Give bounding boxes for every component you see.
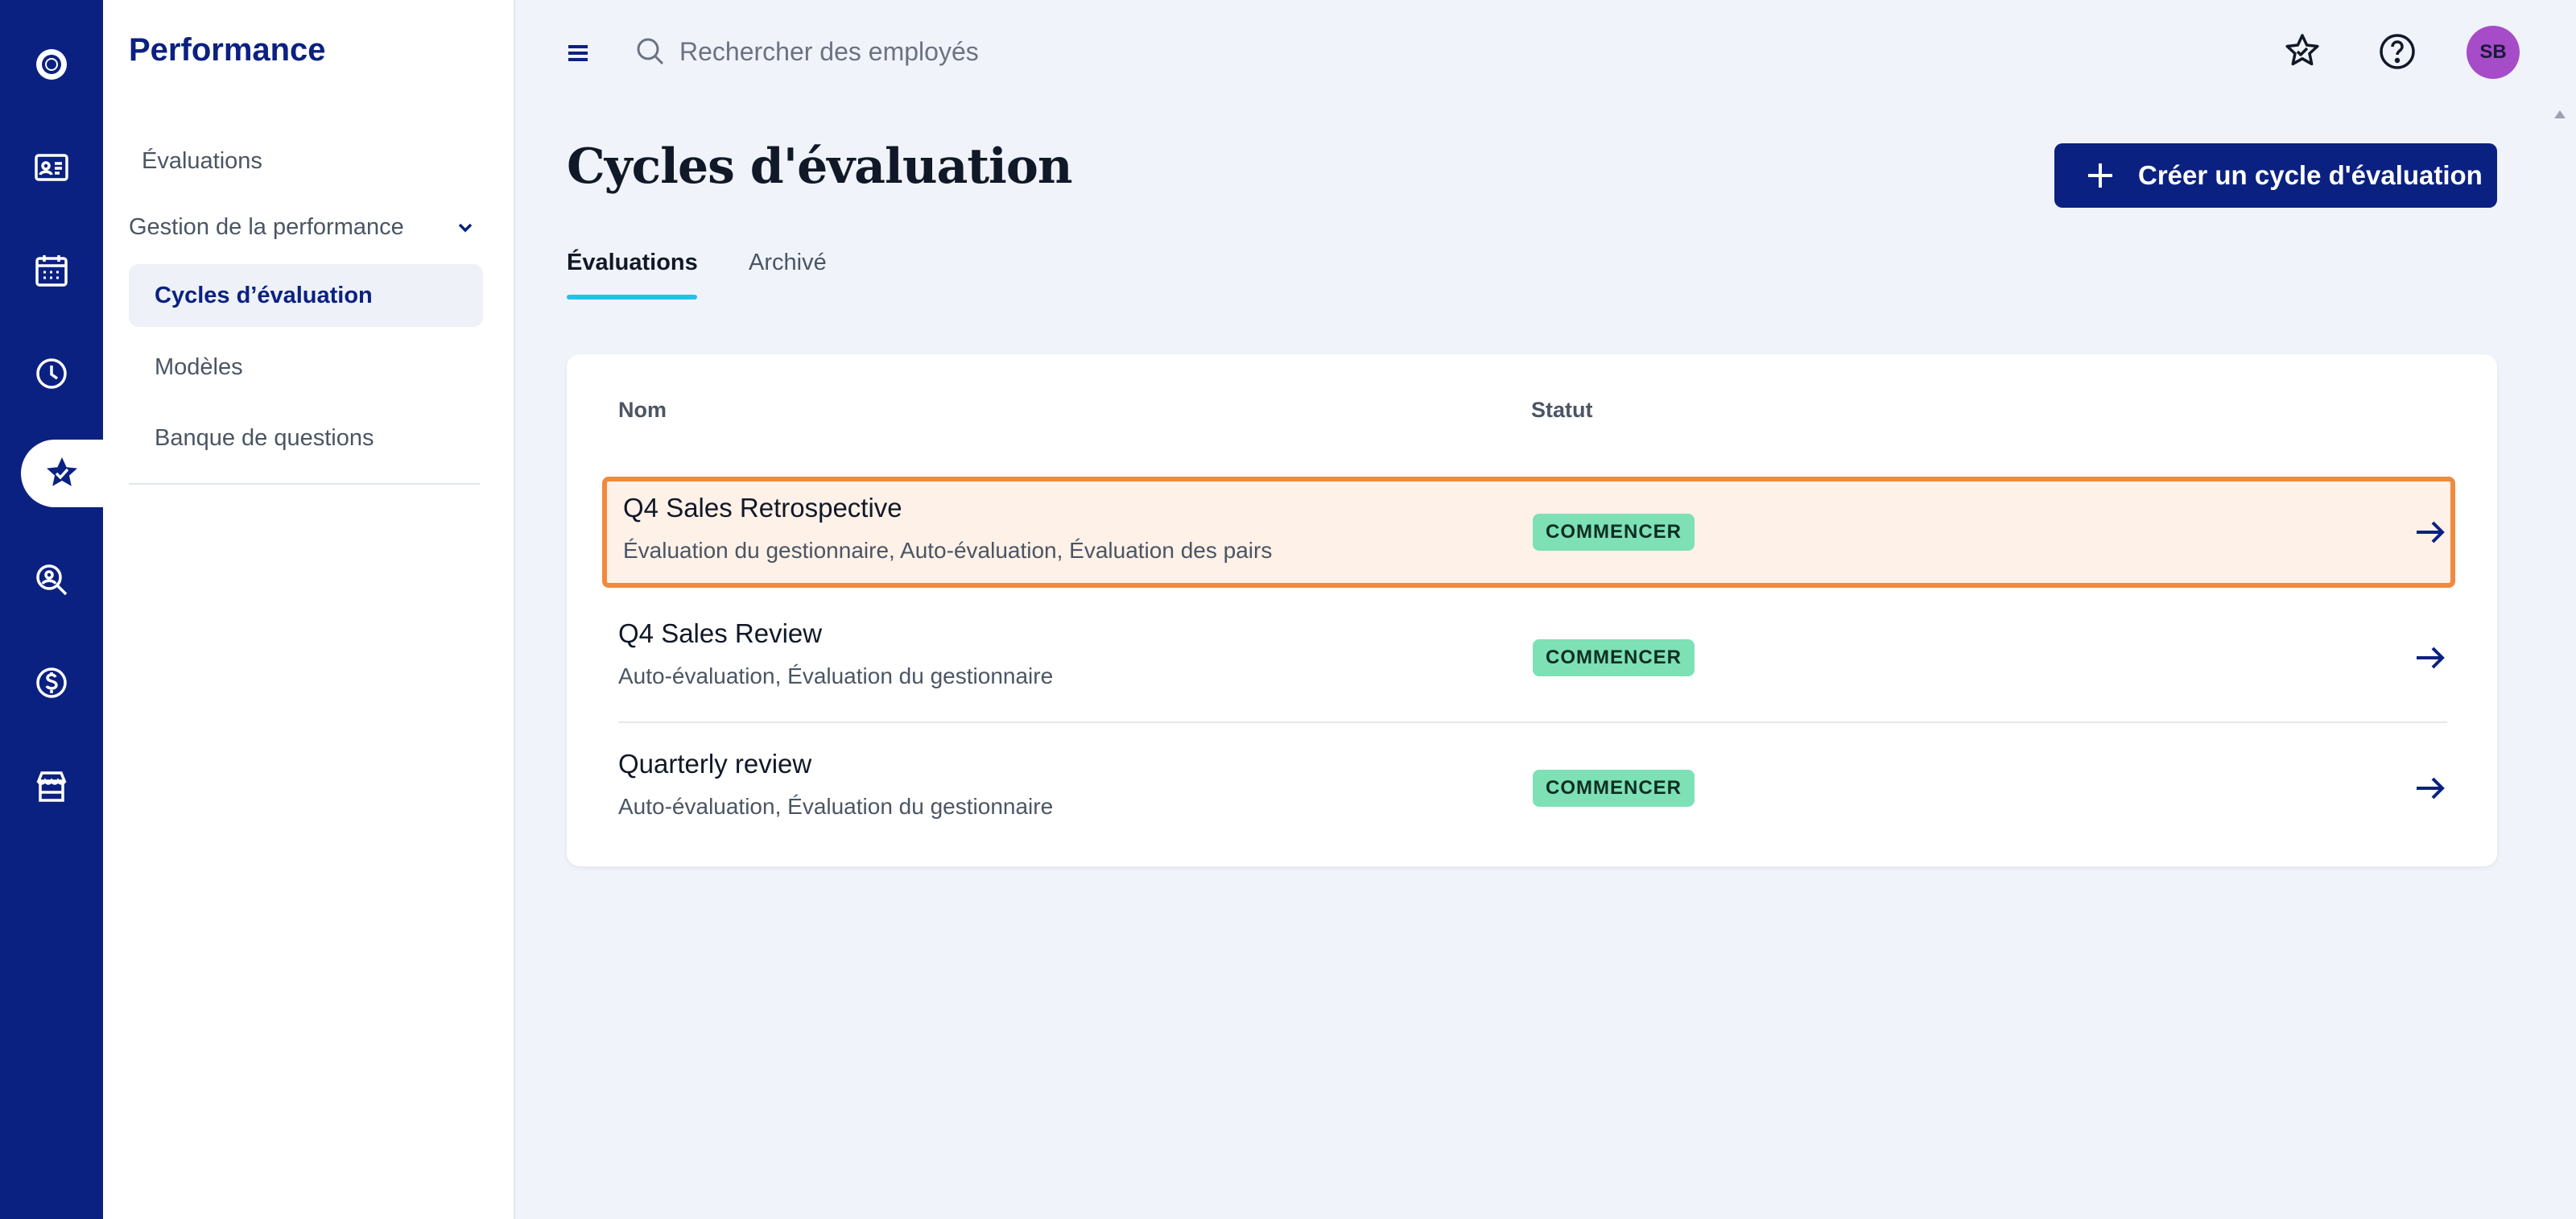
create-review-cycle-button[interactable]: Créer un cycle d'évaluation	[2054, 143, 2497, 208]
tab-evaluations[interactable]: Évaluations	[567, 250, 698, 276]
tab-archived[interactable]: Archivé	[749, 250, 827, 276]
help-icon	[2380, 34, 2415, 69]
chevron-down-icon	[458, 223, 473, 232]
sidebar-group-label: Gestion de la performance	[129, 214, 404, 240]
sidebar-item-evaluations[interactable]: Évaluations	[142, 148, 262, 175]
row-divider	[618, 721, 2447, 723]
clock-icon[interactable]	[0, 333, 103, 414]
sidebar-item-question-bank[interactable]: Banque de questions	[155, 425, 374, 452]
avatar[interactable]: SB	[2467, 26, 2520, 79]
cycle-review-types: Évaluation du gestionnaire, Auto-évaluat…	[623, 538, 1273, 563]
sidebar-title: Performance	[129, 32, 326, 68]
page-title: Cycles d'évaluation	[567, 138, 1072, 195]
logo-icon[interactable]	[0, 24, 103, 105]
create-review-cycle-label: Créer un cycle d'évaluation	[2138, 160, 2483, 190]
employee-search-input[interactable]	[679, 31, 1243, 72]
id-card-icon[interactable]	[0, 127, 103, 208]
help-button[interactable]	[2373, 27, 2421, 76]
dollar-icon[interactable]	[0, 643, 103, 723]
status-badge: COMMENCER	[1533, 770, 1695, 807]
status-badge: COMMENCER	[1533, 514, 1695, 551]
hamburger-menu-icon[interactable]	[560, 35, 596, 71]
calendar-icon[interactable]	[0, 230, 103, 311]
cycle-name: Q4 Sales Retrospective	[623, 493, 902, 523]
cycle-name: Q4 Sales Review	[618, 618, 823, 648]
sidebar-item-templates[interactable]: Modèles	[155, 354, 243, 381]
arrow-right-icon[interactable]	[2410, 638, 2450, 678]
review-cycles-table: Nom Statut Q4 Sales Retrospective Évalua…	[567, 354, 2497, 866]
column-header-name: Nom	[618, 398, 667, 422]
search-icon	[637, 38, 664, 65]
top-bar: SB	[515, 0, 2576, 105]
sidebar-item-review-cycles[interactable]: Cycles d’évaluation	[129, 264, 483, 327]
star-badge-icon	[2285, 34, 2319, 66]
cycle-review-types: Auto-évaluation, Évaluation du gestionna…	[618, 794, 1054, 819]
scroll-up-caret-icon[interactable]	[2552, 108, 2568, 121]
person-search-icon[interactable]	[0, 539, 103, 620]
column-header-status: Statut	[1531, 398, 1593, 422]
cycle-review-types: Auto-évaluation, Évaluation du gestionna…	[618, 663, 1054, 688]
table-row[interactable]: Q4 Sales Review Auto-évaluation, Évaluat…	[602, 610, 2455, 715]
sidebar-group-performance-management[interactable]: Gestion de la performance	[129, 214, 480, 241]
plus-icon	[2088, 163, 2112, 188]
app-icon-rail	[0, 0, 103, 1219]
table-row[interactable]: Quarterly review Auto-évaluation, Évalua…	[602, 741, 2455, 845]
cycle-name: Quarterly review	[618, 749, 812, 779]
status-badge: COMMENCER	[1533, 639, 1695, 676]
recognition-button[interactable]	[2278, 27, 2326, 76]
star-check-icon[interactable]	[21, 440, 103, 507]
table-row[interactable]: Q4 Sales Retrospective Évaluation du ges…	[602, 477, 2455, 588]
store-icon[interactable]	[0, 746, 103, 826]
arrow-right-icon[interactable]	[2410, 512, 2450, 552]
performance-sidebar: Performance Évaluations Gestion de la pe…	[103, 0, 515, 1219]
sidebar-item-label: Cycles d’évaluation	[155, 282, 373, 308]
arrow-right-icon[interactable]	[2410, 768, 2450, 808]
active-tab-indicator	[567, 295, 697, 300]
sidebar-divider	[129, 483, 480, 485]
